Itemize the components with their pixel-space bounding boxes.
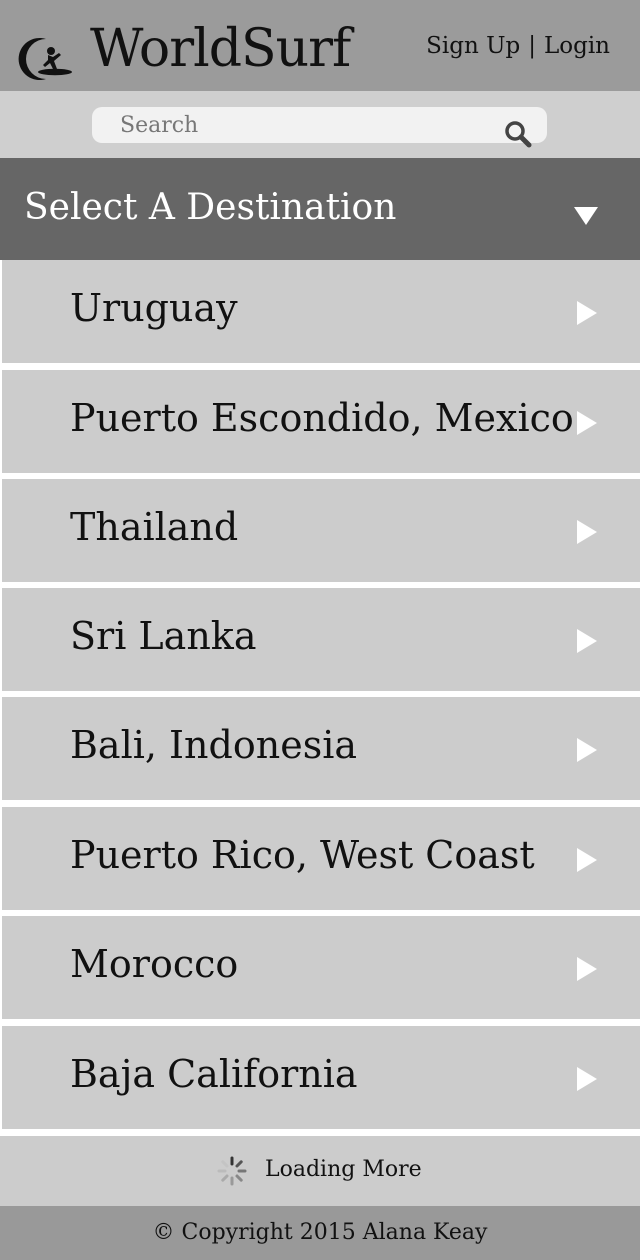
chevron-right-icon <box>577 301 597 325</box>
destination-selector-title: Select A Destination <box>24 187 397 228</box>
destination-item[interactable]: Bali, Indonesia <box>0 697 640 800</box>
login-link[interactable]: Login <box>544 30 610 62</box>
sign-up-link[interactable]: Sign Up <box>426 30 520 62</box>
destination-label: Uruguay <box>70 286 238 330</box>
destination-label: Bali, Indonesia <box>70 723 358 767</box>
auth-links: Sign Up | Login <box>426 30 610 62</box>
destination-label: Sri Lanka <box>70 614 257 658</box>
search-input[interactable] <box>92 107 547 143</box>
app-header: WorldSurf Sign Up | Login <box>0 0 640 91</box>
destination-item[interactable]: Baja California <box>0 1026 640 1129</box>
destination-selector[interactable]: Select A Destination <box>0 158 640 260</box>
caret-down-icon[interactable] <box>572 205 600 227</box>
auth-separator: | <box>528 33 536 59</box>
chevron-right-icon <box>577 848 597 872</box>
chevron-right-icon <box>577 520 597 544</box>
destination-label: Puerto Escondido, Mexico <box>70 396 574 440</box>
destination-label: Puerto Rico, West Coast <box>70 833 535 877</box>
destination-item[interactable]: Thailand <box>0 479 640 582</box>
page-footer: © Copyright 2015 Alana Keay <box>0 1206 640 1260</box>
destination-label: Baja California <box>70 1052 358 1096</box>
brand-name[interactable]: WorldSurf <box>90 14 351 84</box>
destination-item[interactable]: Puerto Rico, West Coast <box>0 807 640 910</box>
search-bar <box>0 91 640 158</box>
copyright-text: © Copyright 2015 Alana Keay <box>152 1220 488 1245</box>
chevron-right-icon <box>577 957 597 981</box>
destination-label: Morocco <box>70 942 239 986</box>
destination-item[interactable]: Puerto Escondido, Mexico <box>0 370 640 473</box>
loading-more-label: Loading More <box>265 1157 422 1182</box>
chevron-right-icon <box>577 629 597 653</box>
spinner-icon <box>217 1156 247 1186</box>
destination-label: Thailand <box>70 505 239 549</box>
destination-item[interactable]: Sri Lanka <box>0 588 640 691</box>
load-more-button[interactable]: Loading More <box>0 1136 640 1206</box>
destination-item[interactable]: Morocco <box>0 916 640 1019</box>
chevron-right-icon <box>577 1067 597 1091</box>
search-icon[interactable] <box>503 119 533 149</box>
chevron-right-icon <box>577 411 597 435</box>
surfer-logo-icon[interactable] <box>17 37 75 81</box>
chevron-right-icon <box>577 738 597 762</box>
destination-item[interactable]: Uruguay <box>0 260 640 363</box>
